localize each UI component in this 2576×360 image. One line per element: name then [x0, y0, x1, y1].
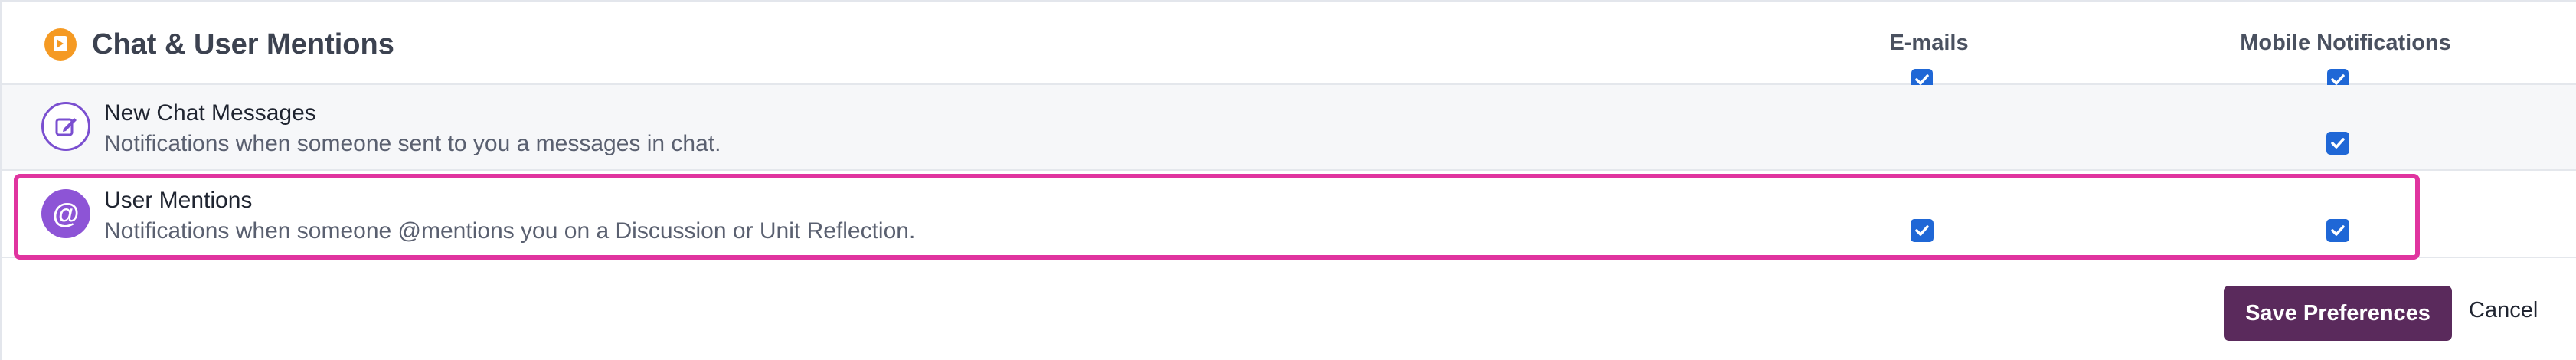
preference-row-new-chat-messages: New Chat Messages Notifications when som… — [2, 85, 2576, 171]
at-icon: @ — [41, 189, 90, 238]
edit-icon — [41, 102, 90, 151]
column-header-mobile: Mobile Notifications — [2240, 31, 2451, 55]
row-title: User Mentions — [104, 188, 253, 213]
notification-preferences-panel: Chat & User Mentions E-mails Mobile Noti… — [0, 0, 2576, 360]
row-title: New Chat Messages — [104, 100, 316, 126]
save-preferences-button[interactable]: Save Preferences — [2224, 286, 2452, 341]
chat-logo-icon — [44, 28, 77, 61]
column-header-emails: E-mails — [1889, 31, 1969, 55]
user-mentions-email-checkbox[interactable] — [1911, 219, 1934, 242]
preference-row-user-mentions: @ User Mentions Notifications when someo… — [2, 172, 2576, 258]
row-description: Notifications when someone @mentions you… — [104, 218, 916, 244]
cancel-link[interactable]: Cancel — [2469, 298, 2538, 323]
row-description: Notifications when someone sent to you a… — [104, 131, 721, 156]
section-title: Chat & User Mentions — [92, 28, 394, 61]
new-chat-mobile-checkbox[interactable] — [2326, 132, 2349, 155]
user-mentions-mobile-checkbox[interactable] — [2326, 219, 2349, 242]
email-all-checkbox[interactable] — [1911, 69, 1933, 85]
section-header: Chat & User Mentions E-mails Mobile Noti… — [2, 2, 2576, 85]
mobile-all-checkbox[interactable] — [2327, 69, 2349, 85]
